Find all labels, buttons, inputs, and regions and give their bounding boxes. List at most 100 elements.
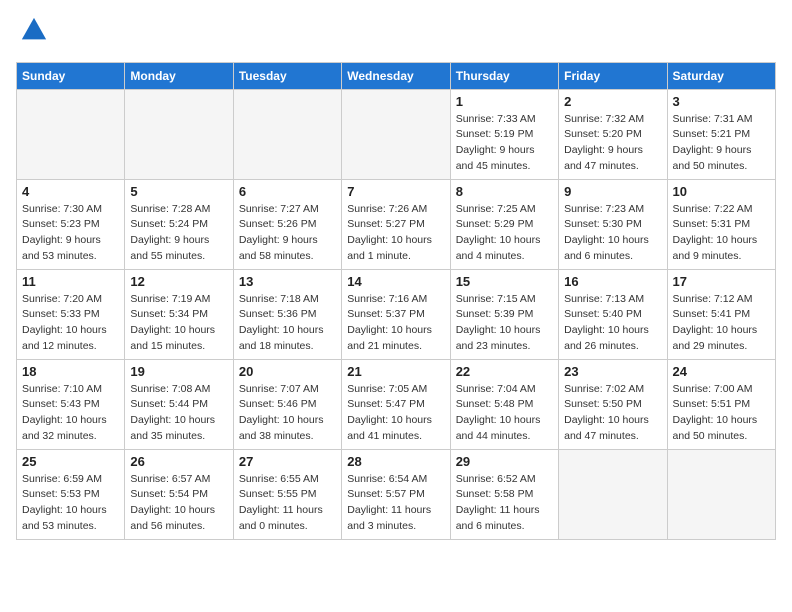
- calendar-cell: 12 Sunrise: 7:19 AMSunset: 5:34 PMDayligh…: [125, 269, 233, 359]
- day-info: Sunrise: 6:59 AMSunset: 5:53 PMDaylight:…: [22, 472, 119, 535]
- calendar-cell: 7 Sunrise: 7:26 AMSunset: 5:27 PMDaylight…: [342, 179, 450, 269]
- day-number: 25: [22, 454, 119, 469]
- day-number: 10: [673, 184, 770, 199]
- calendar-cell: 19 Sunrise: 7:08 AMSunset: 5:44 PMDayligh…: [125, 359, 233, 449]
- page-header: [16, 16, 776, 50]
- calendar-cell: 10 Sunrise: 7:22 AMSunset: 5:31 PMDayligh…: [667, 179, 775, 269]
- calendar-cell: 26 Sunrise: 6:57 AMSunset: 5:54 PMDayligh…: [125, 449, 233, 539]
- calendar-cell: [125, 89, 233, 179]
- day-info: Sunrise: 7:32 AMSunset: 5:20 PMDaylight:…: [564, 112, 661, 175]
- calendar-cell: 13 Sunrise: 7:18 AMSunset: 5:36 PMDayligh…: [233, 269, 341, 359]
- logo-icon: [20, 16, 48, 44]
- calendar-cell: 16Sunrise: 7:13 AMSunset: 5:40 PMDayligh…: [559, 269, 667, 359]
- day-info: Sunrise: 7:22 AMSunset: 5:31 PMDaylight:…: [673, 202, 770, 265]
- day-info: Sunrise: 7:20 AMSunset: 5:33 PMDaylight:…: [22, 292, 119, 355]
- calendar-week-row: 25 Sunrise: 6:59 AMSunset: 5:53 PMDayligh…: [17, 449, 776, 539]
- logo: [16, 16, 48, 50]
- day-info: Sunrise: 7:31 AMSunset: 5:21 PMDaylight:…: [673, 112, 770, 175]
- calendar-header-row: SundayMondayTuesdayWednesdayThursdayFrid…: [17, 62, 776, 89]
- calendar-week-row: 1 Sunrise: 7:33 AMSunset: 5:19 PMDaylight…: [17, 89, 776, 179]
- day-number: 9: [564, 184, 661, 199]
- calendar-cell: 22 Sunrise: 7:04 AMSunset: 5:48 PMDayligh…: [450, 359, 558, 449]
- weekday-header: Wednesday: [342, 62, 450, 89]
- day-info: Sunrise: 7:26 AMSunset: 5:27 PMDaylight:…: [347, 202, 444, 265]
- calendar-cell: [667, 449, 775, 539]
- day-info: Sunrise: 7:08 AMSunset: 5:44 PMDaylight:…: [130, 382, 227, 445]
- day-number: 15: [456, 274, 553, 289]
- calendar-cell: [342, 89, 450, 179]
- calendar-cell: [559, 449, 667, 539]
- day-info: Sunrise: 7:27 AMSunset: 5:26 PMDaylight:…: [239, 202, 336, 265]
- day-number: 19: [130, 364, 227, 379]
- day-number: 1: [456, 94, 553, 109]
- day-info: Sunrise: 7:00 AMSunset: 5:51 PMDaylight:…: [673, 382, 770, 445]
- day-info: Sunrise: 7:28 AMSunset: 5:24 PMDaylight:…: [130, 202, 227, 265]
- calendar-cell: 20 Sunrise: 7:07 AMSunset: 5:46 PMDayligh…: [233, 359, 341, 449]
- day-info: Sunrise: 7:23 AMSunset: 5:30 PMDaylight:…: [564, 202, 661, 265]
- day-number: 12: [130, 274, 227, 289]
- calendar-cell: [17, 89, 125, 179]
- day-info: Sunrise: 7:13 AMSunset: 5:40 PMDaylight:…: [564, 292, 661, 355]
- calendar-cell: 6 Sunrise: 7:27 AMSunset: 5:26 PMDaylight…: [233, 179, 341, 269]
- day-number: 6: [239, 184, 336, 199]
- calendar-week-row: 4 Sunrise: 7:30 AMSunset: 5:23 PMDaylight…: [17, 179, 776, 269]
- day-number: 13: [239, 274, 336, 289]
- day-number: 3: [673, 94, 770, 109]
- day-info: Sunrise: 6:57 AMSunset: 5:54 PMDaylight:…: [130, 472, 227, 535]
- calendar-table: SundayMondayTuesdayWednesdayThursdayFrid…: [16, 62, 776, 540]
- day-info: Sunrise: 7:07 AMSunset: 5:46 PMDaylight:…: [239, 382, 336, 445]
- day-info: Sunrise: 6:52 AMSunset: 5:58 PMDaylight:…: [456, 472, 553, 535]
- day-number: 27: [239, 454, 336, 469]
- day-info: Sunrise: 6:54 AMSunset: 5:57 PMDaylight:…: [347, 472, 444, 535]
- day-number: 28: [347, 454, 444, 469]
- calendar-cell: 5 Sunrise: 7:28 AMSunset: 5:24 PMDaylight…: [125, 179, 233, 269]
- calendar-cell: 21 Sunrise: 7:05 AMSunset: 5:47 PMDayligh…: [342, 359, 450, 449]
- weekday-header: Tuesday: [233, 62, 341, 89]
- day-info: Sunrise: 6:55 AMSunset: 5:55 PMDaylight:…: [239, 472, 336, 535]
- calendar-cell: 14Sunrise: 7:16 AMSunset: 5:37 PMDayligh…: [342, 269, 450, 359]
- calendar-cell: 27 Sunrise: 6:55 AMSunset: 5:55 PMDayligh…: [233, 449, 341, 539]
- calendar-cell: [233, 89, 341, 179]
- calendar-week-row: 11 Sunrise: 7:20 AMSunset: 5:33 PMDayligh…: [17, 269, 776, 359]
- calendar-cell: 24 Sunrise: 7:00 AMSunset: 5:51 PMDayligh…: [667, 359, 775, 449]
- calendar-cell: 17Sunrise: 7:12 AMSunset: 5:41 PMDayligh…: [667, 269, 775, 359]
- day-number: 14: [347, 274, 444, 289]
- day-number: 4: [22, 184, 119, 199]
- day-number: 20: [239, 364, 336, 379]
- calendar-cell: 11 Sunrise: 7:20 AMSunset: 5:33 PMDayligh…: [17, 269, 125, 359]
- weekday-header: Thursday: [450, 62, 558, 89]
- calendar-cell: 23Sunrise: 7:02 AMSunset: 5:50 PMDayligh…: [559, 359, 667, 449]
- calendar-cell: 8 Sunrise: 7:25 AMSunset: 5:29 PMDaylight…: [450, 179, 558, 269]
- day-number: 22: [456, 364, 553, 379]
- calendar-cell: 28 Sunrise: 6:54 AMSunset: 5:57 PMDayligh…: [342, 449, 450, 539]
- calendar-cell: 9 Sunrise: 7:23 AMSunset: 5:30 PMDaylight…: [559, 179, 667, 269]
- calendar-cell: 29 Sunrise: 6:52 AMSunset: 5:58 PMDayligh…: [450, 449, 558, 539]
- day-number: 24: [673, 364, 770, 379]
- day-info: Sunrise: 7:04 AMSunset: 5:48 PMDaylight:…: [456, 382, 553, 445]
- day-info: Sunrise: 7:30 AMSunset: 5:23 PMDaylight:…: [22, 202, 119, 265]
- calendar-cell: 18 Sunrise: 7:10 AMSunset: 5:43 PMDayligh…: [17, 359, 125, 449]
- day-number: 7: [347, 184, 444, 199]
- day-info: Sunrise: 7:10 AMSunset: 5:43 PMDaylight:…: [22, 382, 119, 445]
- calendar-week-row: 18 Sunrise: 7:10 AMSunset: 5:43 PMDayligh…: [17, 359, 776, 449]
- day-info: Sunrise: 7:02 AMSunset: 5:50 PMDaylight:…: [564, 382, 661, 445]
- day-number: 29: [456, 454, 553, 469]
- day-number: 8: [456, 184, 553, 199]
- calendar-cell: 1 Sunrise: 7:33 AMSunset: 5:19 PMDaylight…: [450, 89, 558, 179]
- day-info: Sunrise: 7:05 AMSunset: 5:47 PMDaylight:…: [347, 382, 444, 445]
- day-info: Sunrise: 7:18 AMSunset: 5:36 PMDaylight:…: [239, 292, 336, 355]
- day-number: 26: [130, 454, 227, 469]
- weekday-header: Saturday: [667, 62, 775, 89]
- day-info: Sunrise: 7:25 AMSunset: 5:29 PMDaylight:…: [456, 202, 553, 265]
- day-number: 21: [347, 364, 444, 379]
- day-number: 18: [22, 364, 119, 379]
- calendar-cell: 3 Sunrise: 7:31 AMSunset: 5:21 PMDaylight…: [667, 89, 775, 179]
- weekday-header: Friday: [559, 62, 667, 89]
- day-info: Sunrise: 7:12 AMSunset: 5:41 PMDaylight:…: [673, 292, 770, 355]
- calendar-cell: 4 Sunrise: 7:30 AMSunset: 5:23 PMDaylight…: [17, 179, 125, 269]
- calendar-cell: 15Sunrise: 7:15 AMSunset: 5:39 PMDayligh…: [450, 269, 558, 359]
- day-number: 11: [22, 274, 119, 289]
- day-info: Sunrise: 7:33 AMSunset: 5:19 PMDaylight:…: [456, 112, 553, 175]
- day-number: 5: [130, 184, 227, 199]
- day-info: Sunrise: 7:19 AMSunset: 5:34 PMDaylight:…: [130, 292, 227, 355]
